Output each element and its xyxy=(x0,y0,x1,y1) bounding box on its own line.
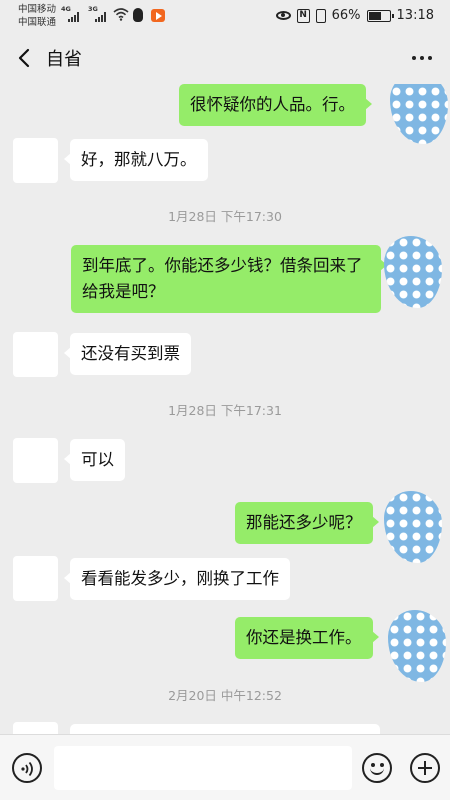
more-icon[interactable] xyxy=(412,56,432,60)
voice-icon[interactable] xyxy=(12,753,42,783)
my-avatar[interactable] xyxy=(384,491,442,563)
wifi-icon xyxy=(113,8,129,21)
signal-icon xyxy=(95,12,106,22)
eye-icon xyxy=(275,11,291,20)
emoji-icon[interactable] xyxy=(362,753,392,783)
contact-avatar[interactable] xyxy=(13,722,58,734)
carrier-2: 中国联通 xyxy=(18,17,57,28)
status-bar: 中国移动 中国联通 4G 3G N 66% 13:18 xyxy=(0,0,450,32)
nfc-icon: N xyxy=(296,8,310,23)
message-bubble-received[interactable] xyxy=(70,724,380,734)
input-bar xyxy=(0,734,450,800)
message-input[interactable] xyxy=(54,746,352,790)
clock: 13:18 xyxy=(396,8,434,23)
message-bubble-received[interactable]: 可以 xyxy=(64,439,125,481)
message-list[interactable]: 很怀疑你的人品。行。 好，那就八万。 1月28日 下午17:30 到年底了。你能… xyxy=(0,84,450,734)
plus-icon[interactable] xyxy=(410,753,440,783)
message-bubble-sent[interactable]: 你还是换工作。 xyxy=(235,617,378,659)
chat-header: 自省 xyxy=(0,32,450,84)
carrier-1: 中国移动 xyxy=(18,4,57,15)
message-bubble-sent[interactable]: 那能还多少呢？ xyxy=(235,502,378,544)
chat-title: 自省 xyxy=(46,49,82,70)
message-timestamp: 1月28日 下午17:30 xyxy=(168,209,282,224)
message-bubble-received[interactable]: 好，那就八万。 xyxy=(64,139,208,181)
my-avatar[interactable] xyxy=(384,236,442,308)
message-bubble-received[interactable]: 看看能发多少，刚换了工作 xyxy=(64,558,290,600)
contact-avatar[interactable] xyxy=(13,332,58,377)
message-bubble-sent[interactable]: 到年底了。你能还多少钱？借条回来了给我是吧？ xyxy=(71,245,387,313)
my-avatar[interactable] xyxy=(390,84,448,144)
qq-icon xyxy=(133,8,143,22)
message-bubble-received[interactable]: 还没有买到票 xyxy=(64,333,191,375)
contact-avatar[interactable] xyxy=(13,556,58,601)
contact-avatar[interactable] xyxy=(13,438,58,483)
signal-icon xyxy=(68,12,79,22)
app-icon xyxy=(151,9,165,22)
vibrate-icon xyxy=(315,8,326,23)
message-timestamp: 1月28日 下午17:31 xyxy=(168,403,282,418)
message-bubble-sent[interactable]: 很怀疑你的人品。行。 xyxy=(179,84,372,126)
battery-icon xyxy=(366,9,394,22)
contact-avatar[interactable] xyxy=(13,138,58,183)
message-timestamp: 2月20日 中午12:52 xyxy=(168,688,282,703)
battery-percent: 66% xyxy=(331,8,361,23)
chevron-left-icon[interactable] xyxy=(16,48,34,68)
my-avatar[interactable] xyxy=(388,610,446,682)
